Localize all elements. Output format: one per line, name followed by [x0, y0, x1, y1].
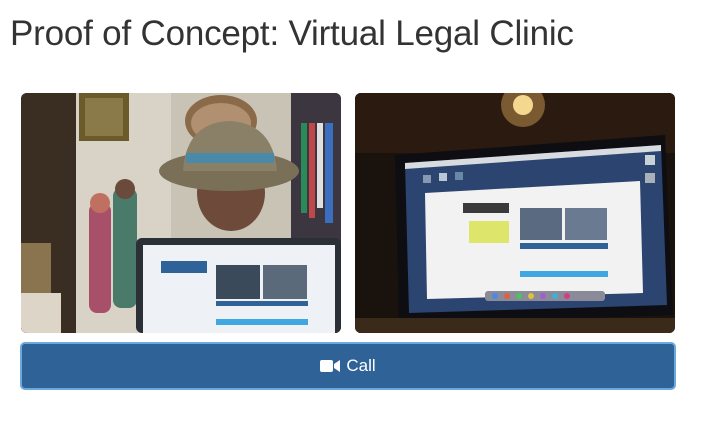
video-camera-icon	[320, 359, 341, 373]
page: Proof of Concept: Virtual Legal Clinic C…	[0, 0, 715, 422]
remote-video-frame	[355, 93, 675, 333]
video-row	[21, 93, 675, 333]
local-video	[21, 93, 341, 333]
call-button-label: Call	[346, 356, 376, 375]
page-title: Proof of Concept: Virtual Legal Clinic	[10, 14, 574, 53]
call-button[interactable]: Call	[20, 342, 676, 390]
remote-video	[355, 93, 675, 333]
local-video-frame	[21, 93, 341, 333]
